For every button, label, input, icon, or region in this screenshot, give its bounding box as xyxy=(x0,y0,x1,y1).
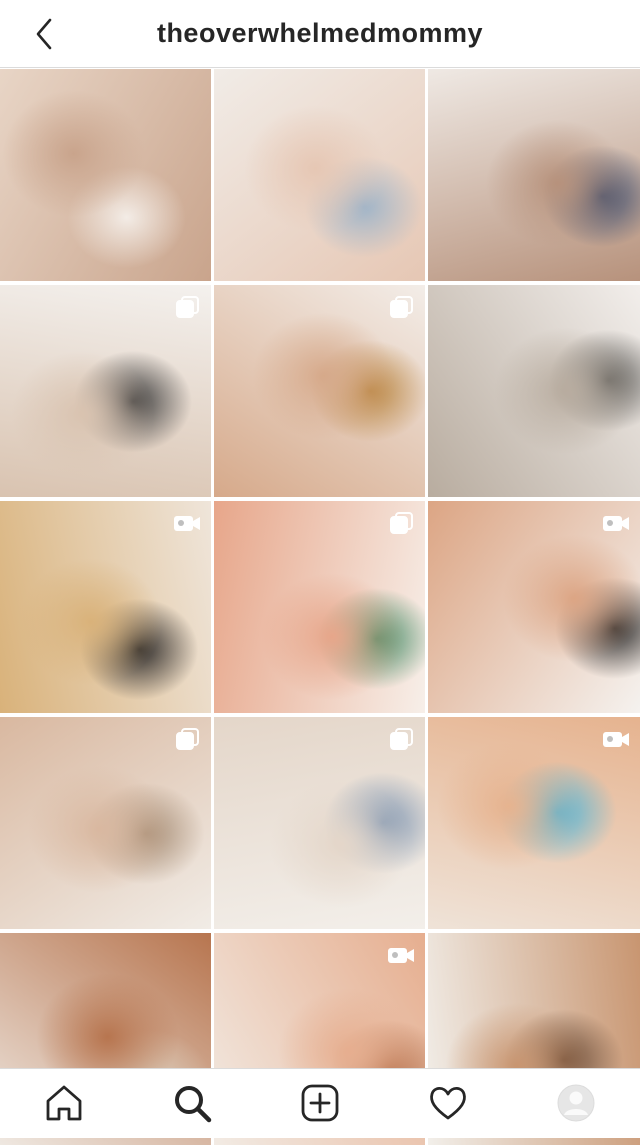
profile-username-title: theoverwhelmedmommy xyxy=(156,18,484,48)
post-tile-phone-selfie-with-baby[interactable] xyxy=(428,285,640,497)
video-icon xyxy=(603,732,629,747)
top-header: theoverwhelmedmommy xyxy=(0,0,640,68)
tab-home[interactable] xyxy=(42,1081,86,1125)
post-thumbnail xyxy=(428,285,640,497)
post-tile-family-at-door[interactable] xyxy=(428,69,640,281)
carousel-icon xyxy=(390,512,413,534)
post-thumbnail xyxy=(428,69,640,281)
carousel-icon xyxy=(390,728,413,750)
plus-square-icon xyxy=(301,1084,339,1122)
heart-icon xyxy=(430,1086,466,1120)
post-grid xyxy=(0,69,640,1145)
video-icon xyxy=(388,948,414,963)
carousel-icon xyxy=(176,296,199,318)
post-tile-toddler-with-number-2-balloon[interactable] xyxy=(428,501,640,713)
carousel-icon xyxy=(176,728,199,750)
post-tile-mom-kids-selfie[interactable] xyxy=(428,717,640,929)
post-tile-mom-with-baby-on-bed[interactable] xyxy=(0,69,211,281)
search-icon xyxy=(175,1086,212,1123)
tab-profile[interactable] xyxy=(554,1081,598,1125)
post-tile-baby-held-jeans[interactable] xyxy=(214,69,425,281)
post-tile-mom-holding-baby-living-room[interactable] xyxy=(214,717,425,929)
home-icon xyxy=(46,1085,82,1121)
tab-activity[interactable] xyxy=(426,1081,470,1125)
tab-new-post[interactable] xyxy=(298,1081,342,1125)
post-thumbnail xyxy=(0,69,211,281)
post-thumbnail xyxy=(214,69,425,281)
tab-search[interactable] xyxy=(170,1081,214,1125)
video-icon xyxy=(603,516,629,531)
video-icon xyxy=(174,516,200,531)
bottom-tab-bar xyxy=(0,1068,640,1138)
post-tile-mirror-selfie-baby[interactable] xyxy=(214,285,425,497)
carousel-icon xyxy=(390,296,413,318)
post-tile-stroller-family[interactable] xyxy=(0,285,211,497)
post-tile-girl-with-glasses-birthday-babe[interactable] xyxy=(0,501,211,713)
post-tile-baby-on-bed-coffee[interactable] xyxy=(0,717,211,929)
post-tile-mermaid-party-balloons[interactable] xyxy=(214,501,425,713)
avatar-icon xyxy=(557,1084,595,1122)
